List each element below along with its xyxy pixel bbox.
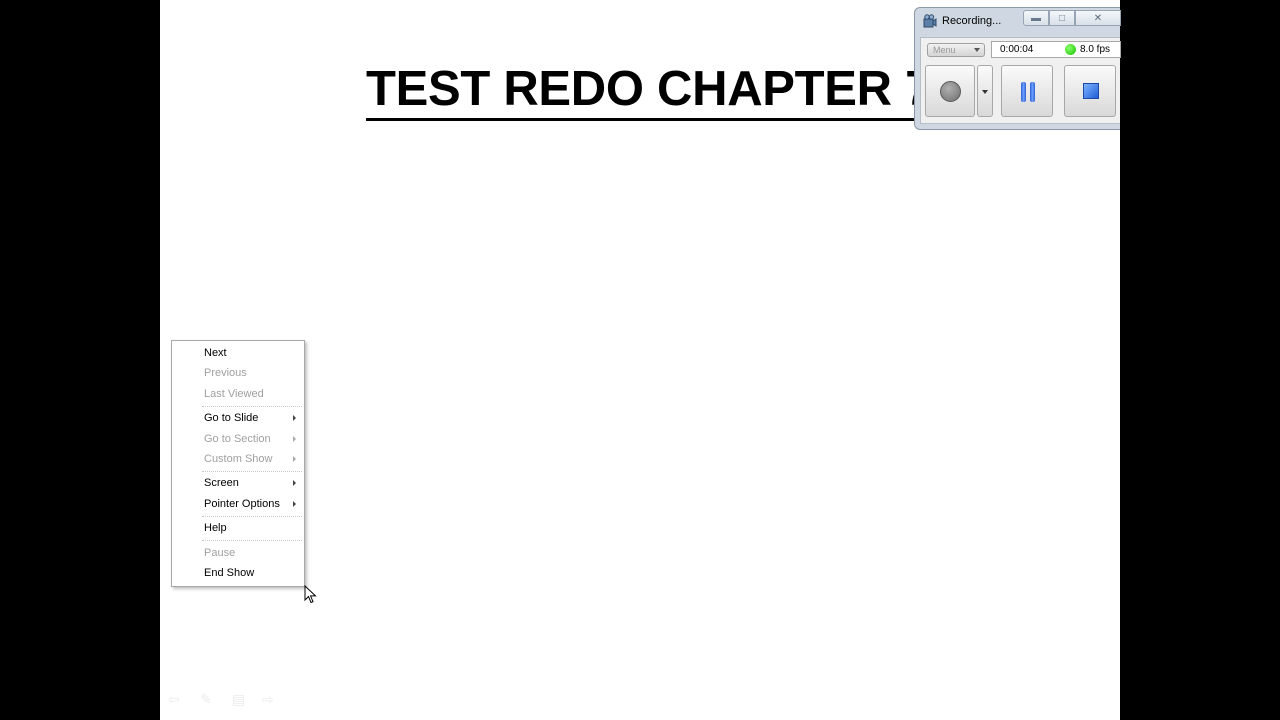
frame-rate: 8.0 fps [1080,44,1111,55]
menu-item-screen[interactable]: Screen [204,474,298,492]
submenu-arrow-icon [293,436,296,442]
menu-item-label: Next [204,347,227,359]
menu-item-label: Last Viewed [204,388,264,400]
stop-icon [1083,83,1099,99]
next-arrow-icon[interactable]: ⇨ [262,692,274,708]
recording-status: 0:00:04 8.0 fps [991,41,1121,58]
maximize-icon: □ [1058,12,1066,24]
submenu-arrow-icon [293,501,296,507]
menu-item-label: Help [204,522,227,534]
menu-item-label: Go to Section [204,433,271,445]
menu-item-pointer-options[interactable]: Pointer Options [204,495,298,513]
recording-status-dot-icon [1065,44,1076,55]
menu-separator [202,540,302,541]
elapsed-time: 0:00:04 [1000,44,1034,55]
menu-item-label: Go to Slide [204,412,259,424]
chevron-down-icon [974,48,980,52]
close-button[interactable]: ✕ [1075,10,1121,26]
menu-item-label: End Show [204,567,255,579]
menu-dropdown-label: Menu [933,45,956,55]
menu-item-last-viewed[interactable]: Last Viewed [204,385,298,403]
previous-arrow-icon[interactable]: ⇦ [168,692,180,708]
menu-separator [202,516,302,517]
menu-item-label: Pause [204,547,236,559]
maximize-button[interactable]: □ [1049,10,1075,26]
minimize-icon: ▬ [1031,12,1041,24]
record-button[interactable] [925,65,975,117]
recorder-camera-icon [923,14,937,28]
recording-titlebar[interactable]: Recording... ▬ □ ✕ [915,8,1121,36]
pause-button[interactable] [1001,65,1053,117]
recording-controls-panel: Menu 0:00:04 8.0 fps [920,37,1121,124]
submenu-arrow-icon [293,480,296,486]
menu-item-help[interactable]: Help [204,519,298,537]
chevron-down-icon [982,90,988,94]
close-icon: ✕ [1093,12,1103,24]
record-circle-icon [940,81,961,102]
pause-icon [1020,82,1036,102]
menu-item-custom-show[interactable]: Custom Show [204,450,298,468]
menu-item-go-to-slide[interactable]: Go to Slide [204,409,298,427]
recording-window: Recording... ▬ □ ✕ Menu 0:00:04 8.0 fps [914,7,1121,130]
slides-menu-icon[interactable]: ▤ [232,692,245,708]
slideshow-context-menu: Next Previous Last Viewed Go to Slide Go… [171,340,305,587]
recording-window-title: Recording... [942,15,1002,27]
menu-item-next[interactable]: Next [204,344,298,362]
submenu-arrow-icon [293,415,296,421]
menu-item-pause[interactable]: Pause [204,544,298,562]
submenu-arrow-icon [293,456,296,462]
slideshow-toolbar: ⇦ ✎ ▤ ⇨ [168,692,288,712]
menu-item-label: Screen [204,477,239,489]
minimize-button[interactable]: ▬ [1023,10,1049,26]
menu-item-end-show[interactable]: End Show [204,564,298,582]
record-options-button[interactable] [977,65,993,117]
menu-item-go-to-section[interactable]: Go to Section [204,430,298,448]
menu-item-label: Previous [204,367,247,379]
stop-button[interactable] [1064,65,1116,117]
recorder-menu-dropdown[interactable]: Menu [927,43,985,57]
slide-title: TEST REDO CHAPTER 7 [366,60,932,121]
menu-gutter [172,341,198,586]
menu-separator [202,406,302,407]
menu-item-label: Pointer Options [204,498,280,510]
menu-separator [202,471,302,472]
mouse-pointer-icon [304,585,317,604]
pen-icon[interactable]: ✎ [200,692,212,708]
menu-item-label: Custom Show [204,453,273,465]
menu-item-previous[interactable]: Previous [204,364,298,382]
